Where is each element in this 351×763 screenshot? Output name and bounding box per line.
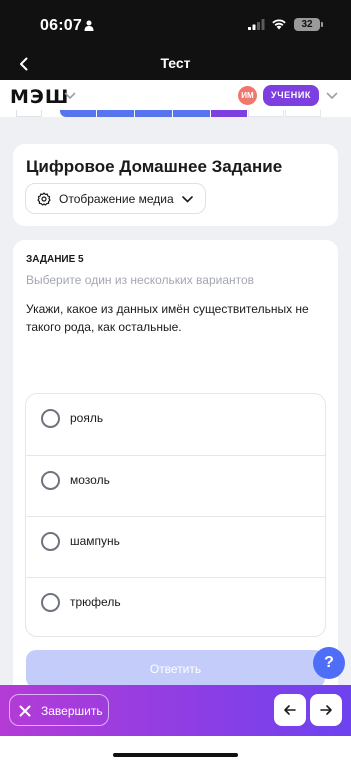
arrow-right-icon: [320, 705, 332, 715]
progress-segment[interactable]: [285, 110, 321, 117]
answer-option[interactable]: рояль: [26, 394, 325, 455]
avatar[interactable]: ИМ: [238, 86, 257, 105]
assignment-card: Цифровое Домашнее Задание Отображение ме…: [13, 144, 338, 226]
page-title: Цифровое Домашнее Задание: [26, 157, 283, 176]
progress-segment[interactable]: [16, 110, 42, 117]
radio-button[interactable]: [41, 471, 60, 490]
nav-bar: Тест: [0, 48, 351, 80]
finish-button[interactable]: Завершить: [9, 694, 109, 726]
arrow-left-icon: [284, 705, 296, 715]
submit-answer-button[interactable]: Ответить: [26, 650, 325, 688]
media-display-dropdown[interactable]: Отображение медиа: [25, 183, 206, 214]
task-progress-strip: [0, 110, 351, 117]
task-question: Укажи, какое из данных имён существитель…: [26, 302, 309, 334]
bottom-bar: Завершить: [0, 685, 351, 736]
help-button[interactable]: ?: [313, 647, 345, 679]
finish-label: Завершить: [41, 704, 103, 718]
close-icon: [19, 705, 31, 717]
cellular-signal-icon: [248, 19, 265, 30]
answer-option[interactable]: мозоль: [26, 455, 325, 516]
battery-icon: 32: [294, 18, 320, 31]
option-label: рояль: [70, 411, 104, 425]
chevron-down-icon: [182, 196, 193, 203]
radio-button[interactable]: [41, 532, 60, 551]
progress-segment[interactable]: [211, 110, 247, 117]
settings-icon: [37, 192, 51, 206]
chevron-down-icon[interactable]: [326, 92, 338, 100]
wifi-icon: [272, 19, 286, 30]
status-time: 06:07: [40, 17, 82, 34]
chevron-down-icon[interactable]: [64, 92, 76, 100]
task-number: ЗАДАНИЕ 5: [26, 254, 84, 265]
option-label: мозоль: [70, 473, 110, 487]
media-display-label: Отображение медиа: [59, 192, 174, 206]
person-icon: [84, 20, 94, 31]
radio-button[interactable]: [41, 409, 60, 428]
progress-segment[interactable]: [97, 110, 134, 117]
progress-segment[interactable]: [60, 110, 96, 117]
answer-option[interactable]: шампунь: [26, 516, 325, 577]
answer-option[interactable]: трюфель: [26, 577, 325, 636]
home-indicator[interactable]: [113, 753, 238, 757]
nav-title: Тест: [160, 55, 191, 71]
mesh-logo[interactable]: МЭШ: [10, 86, 69, 108]
progress-segment[interactable]: [248, 110, 284, 117]
role-badge[interactable]: УЧЕНИК: [263, 85, 319, 106]
progress-segment[interactable]: [173, 110, 210, 117]
task-hint: Выберите один из нескольких вариантов: [26, 273, 255, 287]
next-task-button[interactable]: [310, 694, 342, 726]
answer-options: рояль мозоль шампунь трюфель: [25, 393, 326, 637]
option-label: шампунь: [70, 534, 120, 548]
previous-task-button[interactable]: [274, 694, 306, 726]
home-indicator-area: [0, 736, 351, 763]
radio-button[interactable]: [41, 593, 60, 612]
task-card: ЗАДАНИЕ 5 Выберите один из нескольких ва…: [13, 240, 338, 700]
progress-segment[interactable]: [135, 110, 172, 117]
status-bar: 06:07 32: [0, 0, 351, 48]
option-label: трюфель: [70, 595, 121, 609]
battery-tip: [321, 22, 323, 27]
